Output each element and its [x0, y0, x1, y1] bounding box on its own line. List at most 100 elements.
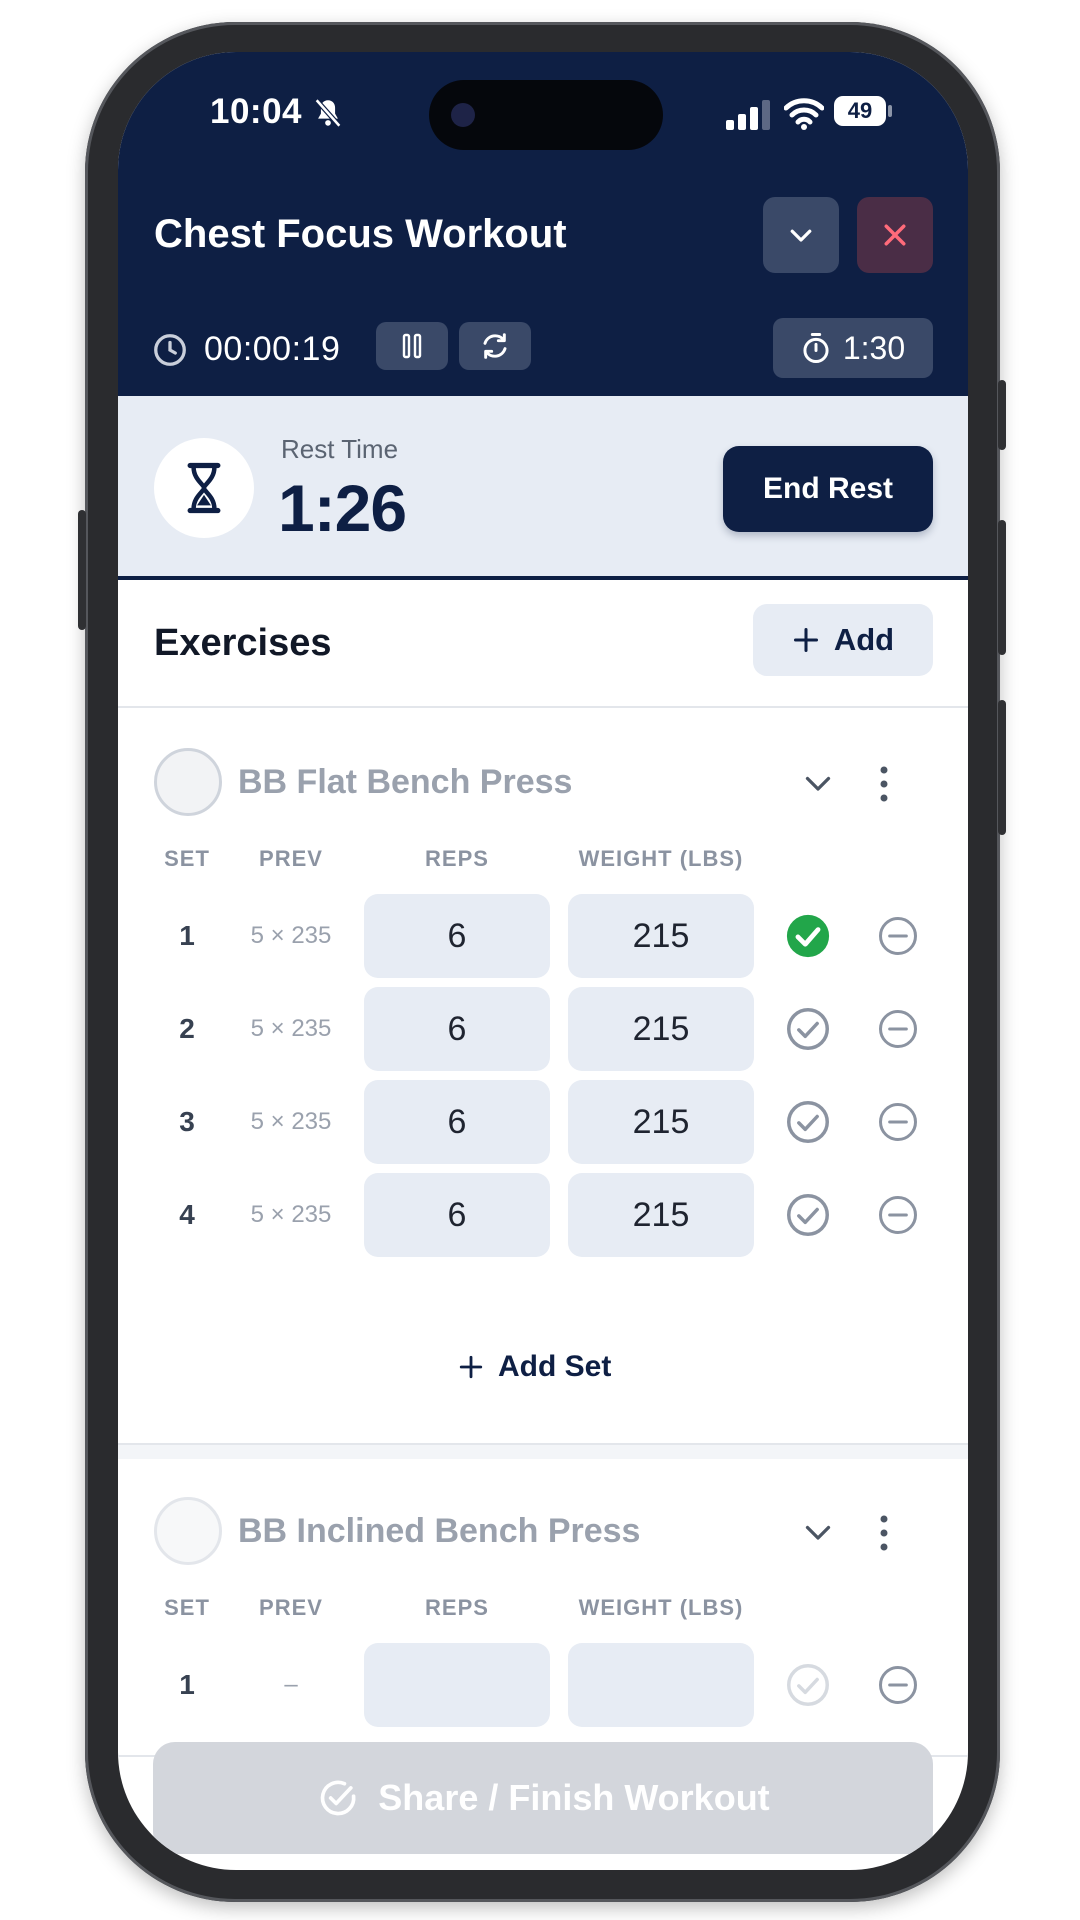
exercise-card: BB Inclined Bench Press SET PREV REPS WE…	[118, 1459, 968, 1757]
pause-button[interactable]	[376, 322, 448, 370]
column-weight: WEIGHT (LBS)	[578, 1595, 744, 1620]
set-previous: 5 × 235	[250, 922, 332, 949]
set-row: 2 5 × 235 6 215	[118, 987, 968, 1073]
chevron-down-icon[interactable]	[800, 765, 836, 801]
chevron-down-icon	[790, 229, 812, 242]
check-circle-icon[interactable]	[786, 1663, 830, 1707]
elapsed-time: 00:00:19	[204, 330, 341, 368]
set-row: 1 –	[118, 1643, 968, 1729]
remove-set-icon[interactable]	[878, 1102, 918, 1142]
check-circle-icon	[321, 1780, 356, 1816]
exercises-header: Exercises Add	[118, 580, 968, 708]
set-number: 2	[179, 1013, 195, 1044]
check-circle-icon[interactable]	[786, 914, 830, 958]
more-options-icon[interactable]	[870, 762, 898, 806]
add-exercise-label: Add	[833, 622, 895, 657]
battery-level: 49	[834, 96, 886, 126]
column-prev: PREV	[259, 1595, 323, 1620]
hourglass-icon	[187, 462, 221, 514]
column-reps: REPS	[425, 846, 489, 871]
hourglass-badge	[154, 438, 254, 538]
check-circle-icon[interactable]	[786, 1100, 830, 1144]
column-set: SET	[164, 1595, 210, 1620]
exercise-complete-toggle[interactable]	[154, 1497, 222, 1565]
weight-input[interactable]: 215	[568, 894, 754, 978]
set-previous: 5 × 235	[250, 1108, 332, 1135]
app-screen: 10:04 49 Chest Focus Workout 00:00:19 1:…	[118, 52, 968, 1870]
rest-duration-label: 1:30	[842, 329, 906, 366]
camera-icon	[451, 103, 475, 127]
set-previous: –	[284, 1671, 298, 1698]
refresh-icon	[483, 333, 507, 359]
workout-title: Chest Focus Workout	[154, 212, 567, 256]
status-bar: 10:04 49	[118, 52, 968, 162]
close-workout-button[interactable]	[857, 197, 933, 273]
weight-input[interactable]: 215	[568, 1173, 754, 1257]
close-icon	[884, 224, 906, 246]
reps-input[interactable]	[364, 1643, 550, 1727]
remove-set-icon[interactable]	[878, 1665, 918, 1705]
clock-icon	[154, 334, 186, 366]
bell-slash-icon	[314, 98, 342, 128]
timer-row: 00:00:19 1:30	[118, 318, 968, 382]
exercises-title: Exercises	[154, 622, 332, 664]
set-number: 1	[179, 920, 195, 951]
set-number: 3	[179, 1106, 195, 1137]
reps-input[interactable]: 6	[364, 987, 550, 1071]
set-previous: 5 × 235	[250, 1201, 332, 1228]
more-options-icon[interactable]	[870, 1511, 898, 1555]
set-previous: 5 × 235	[250, 1015, 332, 1042]
column-prev: PREV	[259, 846, 323, 871]
set-row: 1 5 × 235 6 215	[118, 894, 968, 980]
battery-cap	[888, 105, 892, 117]
column-weight: WEIGHT (LBS)	[578, 846, 744, 871]
status-time: 10:04	[210, 92, 303, 131]
phone-side-button	[998, 380, 1006, 450]
battery-icon: 49	[834, 96, 892, 126]
add-set-button[interactable]: Add Set	[458, 1350, 611, 1384]
reps-input[interactable]: 6	[364, 894, 550, 978]
rest-label: Rest Time	[281, 434, 399, 464]
remove-set-icon[interactable]	[878, 1009, 918, 1049]
exercise-complete-toggle[interactable]	[154, 748, 222, 816]
remove-set-icon[interactable]	[878, 1195, 918, 1235]
phone-side-button	[78, 510, 86, 630]
add-set-label: Add Set	[498, 1350, 612, 1383]
weight-input[interactable]: 215	[568, 987, 754, 1071]
card-divider	[118, 1445, 968, 1459]
remove-set-icon[interactable]	[878, 916, 918, 956]
pause-icon	[402, 333, 422, 359]
exercise-name: BB Inclined Bench Press	[238, 1512, 641, 1550]
chevron-down-icon[interactable]	[800, 1514, 836, 1550]
add-exercise-button[interactable]: Add	[753, 604, 933, 676]
dynamic-island	[429, 80, 663, 150]
collapse-button[interactable]	[763, 197, 839, 273]
set-row: 3 5 × 235 6 215	[118, 1080, 968, 1166]
set-number: 1	[179, 1669, 195, 1700]
weight-input[interactable]	[568, 1643, 754, 1727]
plus-icon	[793, 627, 818, 653]
workout-header: 10:04 49 Chest Focus Workout 00:00:19 1:…	[118, 52, 968, 396]
check-circle-icon[interactable]	[786, 1007, 830, 1051]
phone-side-button	[998, 520, 1006, 655]
set-row: 4 5 × 235 6 215	[118, 1173, 968, 1259]
reps-input[interactable]: 6	[364, 1173, 550, 1257]
weight-input[interactable]: 215	[568, 1080, 754, 1164]
finish-workout-label: Share / Finish Workout	[378, 1777, 770, 1818]
set-number: 4	[179, 1199, 195, 1230]
plus-icon	[459, 1355, 483, 1379]
exercise-card: BB Flat Bench Press SET PREV REPS WEIGHT…	[118, 710, 968, 1445]
reset-timer-button[interactable]	[459, 322, 531, 370]
signal-icon	[726, 100, 770, 130]
finish-workout-button[interactable]: Share / Finish Workout	[153, 1742, 933, 1854]
rest-duration-button[interactable]: 1:30	[773, 318, 933, 378]
end-rest-button[interactable]: End Rest	[723, 446, 933, 532]
rest-timer-banner: Rest Time 1:26 End Rest	[118, 396, 968, 580]
rest-countdown: 1:26	[278, 471, 407, 545]
column-reps: REPS	[425, 1595, 489, 1620]
column-set: SET	[164, 846, 210, 871]
reps-input[interactable]: 6	[364, 1080, 550, 1164]
wifi-icon	[784, 98, 824, 130]
check-circle-icon[interactable]	[786, 1193, 830, 1237]
stopwatch-icon	[803, 332, 829, 364]
